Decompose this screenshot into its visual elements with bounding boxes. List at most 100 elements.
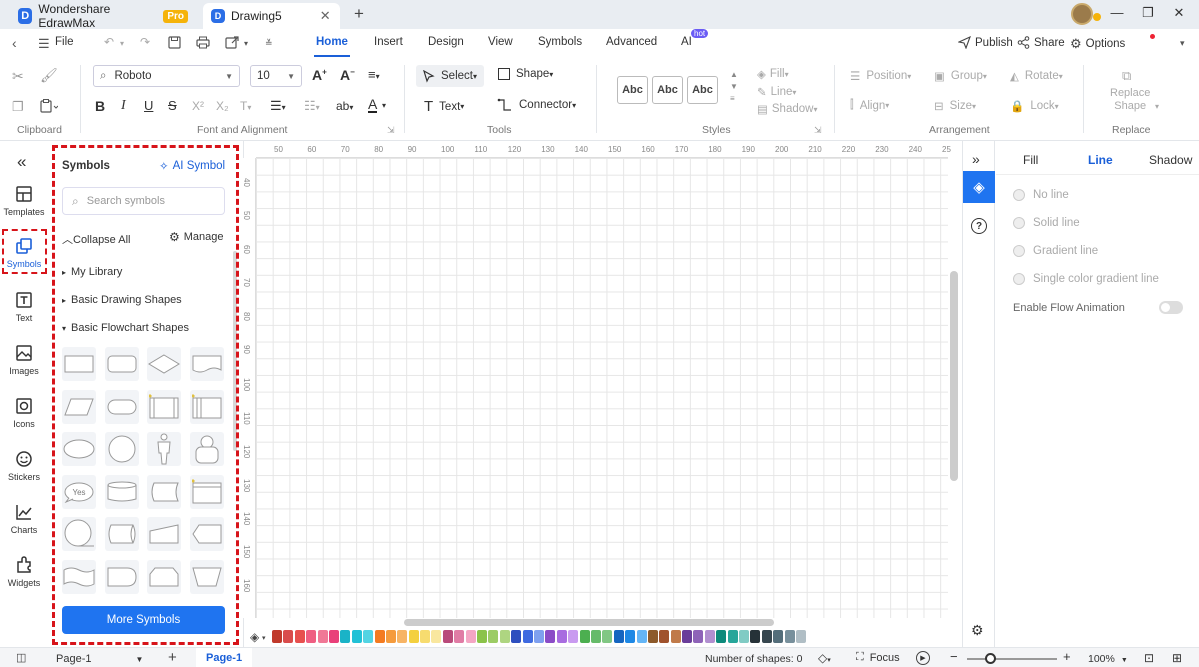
page-tab[interactable]: Page-1 (196, 648, 253, 667)
color-swatch[interactable] (556, 630, 567, 643)
group-button[interactable]: ▣ Group ▾ (934, 69, 987, 83)
fill-button[interactable]: ◈ Fill ▾ (757, 67, 789, 81)
drawing-canvas[interactable] (256, 158, 948, 618)
color-swatch[interactable] (739, 630, 750, 643)
page-select[interactable]: Page-1 ▼ (56, 653, 143, 665)
color-swatch[interactable] (659, 630, 670, 643)
color-swatch[interactable] (682, 630, 693, 643)
rail-text[interactable]: Text (0, 291, 48, 343)
format-painter-icon[interactable]: 🖌 (40, 67, 58, 84)
font-color-icon[interactable]: A (368, 97, 378, 113)
color-swatch[interactable] (613, 630, 624, 643)
zoom-level[interactable]: 100% ▼ (1088, 653, 1128, 665)
restore-icon[interactable]: ❐ (1137, 5, 1159, 23)
tab-home[interactable]: Home (314, 36, 350, 57)
tab-symbols[interactable]: Symbols (538, 36, 582, 48)
zoom-slider[interactable] (967, 658, 1057, 660)
style-sample-2[interactable]: Abc (652, 76, 683, 104)
undo-icon[interactable]: ↶ (104, 35, 114, 49)
close-tab-icon[interactable]: ✕ (320, 8, 331, 24)
color-swatch[interactable] (465, 630, 476, 643)
tab-advanced[interactable]: Advanced (606, 36, 657, 48)
avatar[interactable] (1071, 3, 1093, 25)
tab-shadow[interactable]: Shadow (1149, 153, 1192, 167)
align-button[interactable]: ⫿ Align ▾ (850, 99, 889, 112)
lock-button[interactable]: 🔒 Lock ▾ (1010, 99, 1059, 113)
color-swatch[interactable] (408, 630, 419, 643)
rail-icons[interactable]: Icons (0, 397, 48, 449)
undo-dropdown-icon[interactable]: ▾ (120, 39, 124, 48)
file-menu[interactable]: File (55, 36, 74, 48)
hamburger-icon[interactable]: ☰ (38, 36, 50, 52)
color-swatch[interactable] (511, 630, 522, 643)
canvas-v-scrollbar[interactable] (950, 271, 958, 481)
tab-insert[interactable]: Insert (374, 36, 403, 48)
zoom-out-icon[interactable]: − (950, 649, 958, 664)
tab-fill[interactable]: Fill (1023, 153, 1038, 167)
subscript-icon[interactable]: X₂ (216, 99, 229, 113)
document-tab[interactable]: D Drawing5 ✕ (203, 3, 340, 29)
color-swatch[interactable] (442, 630, 453, 643)
bullets-icon[interactable]: ☷▾ (304, 98, 320, 114)
bold-icon[interactable]: B (95, 98, 105, 114)
color-swatch[interactable] (625, 630, 636, 643)
cut-icon[interactable]: ✂ (12, 68, 24, 85)
color-swatch[interactable] (272, 630, 282, 643)
text-tool[interactable]: T Text ▾ (424, 98, 464, 115)
settings-gear-icon[interactable]: ⚙ (971, 622, 984, 639)
color-swatch[interactable] (545, 630, 556, 643)
color-swatch[interactable] (306, 630, 317, 643)
layers-icon[interactable]: ◇▾ (818, 651, 831, 665)
color-swatch[interactable] (363, 630, 374, 643)
rail-stickers[interactable]: Stickers (0, 450, 48, 502)
customize-toolbar-icon[interactable]: ≚ (265, 38, 273, 49)
color-swatch[interactable] (317, 630, 328, 643)
color-swatch[interactable] (761, 630, 772, 643)
increase-font-icon[interactable]: A+ (312, 67, 327, 83)
shadow-button[interactable]: ▤ Shadow ▾ (757, 102, 817, 116)
select-tool[interactable]: Select ▾ (416, 65, 484, 87)
back-icon[interactable]: ‹ (12, 35, 17, 51)
fit-page-icon[interactable]: ⊡ (1144, 651, 1154, 665)
color-swatch[interactable] (693, 630, 704, 643)
color-swatch[interactable] (283, 630, 294, 643)
color-swatch[interactable] (773, 630, 784, 643)
font-family-select[interactable]: ⌕ Roboto ▼ (93, 65, 240, 87)
share-button[interactable]: Share (1017, 36, 1065, 49)
italic-icon[interactable]: I (121, 98, 126, 114)
help-icon[interactable]: ? (971, 218, 987, 234)
color-swatch[interactable] (670, 630, 681, 643)
text-align-icon[interactable]: ≡▾ (368, 67, 380, 82)
line-spacing-icon[interactable]: ☰▾ (270, 98, 286, 114)
underline-icon[interactable]: U (144, 98, 153, 113)
size-button[interactable]: ⊟ Size ▾ (934, 99, 976, 113)
fill-style-icon[interactable]: ◈ (963, 171, 995, 203)
style-sample-1[interactable]: Abc (617, 76, 648, 104)
line-button[interactable]: ✎ Line ▾ (757, 85, 796, 99)
color-swatch[interactable] (704, 630, 715, 643)
color-swatch[interactable] (750, 630, 761, 643)
color-swatch[interactable] (294, 630, 305, 643)
focus-button[interactable]: ⛶ Focus (856, 651, 900, 664)
expand-styles-icon[interactable]: ⇲ (814, 125, 822, 136)
fullscreen-icon[interactable]: ⊞ (1172, 651, 1182, 665)
collapse-panel-icon[interactable]: « (17, 152, 26, 172)
strikethrough-icon[interactable]: S (168, 98, 177, 113)
color-swatch[interactable] (533, 630, 544, 643)
shape-tool[interactable]: Shape ▾ (498, 68, 553, 80)
option-solid-line[interactable]: Solid line (1013, 217, 1080, 229)
color-swatch[interactable] (477, 630, 488, 643)
color-swatch[interactable] (647, 630, 658, 643)
rail-images[interactable]: Images (0, 344, 48, 396)
collapse-ribbon-icon[interactable]: ▾ (1180, 38, 1185, 49)
color-swatch[interactable] (602, 630, 613, 643)
color-swatch[interactable] (590, 630, 601, 643)
color-swatch[interactable] (340, 630, 351, 643)
zoom-in-icon[interactable]: + (1063, 649, 1071, 664)
export-dropdown-icon[interactable]: ▾ (244, 39, 248, 48)
redo-icon[interactable]: ↷ (140, 35, 150, 49)
color-swatch[interactable] (488, 630, 499, 643)
export-icon[interactable] (225, 36, 239, 49)
option-single-gradient-line[interactable]: Single color gradient line (1013, 273, 1159, 285)
option-no-line[interactable]: No line (1013, 189, 1069, 201)
